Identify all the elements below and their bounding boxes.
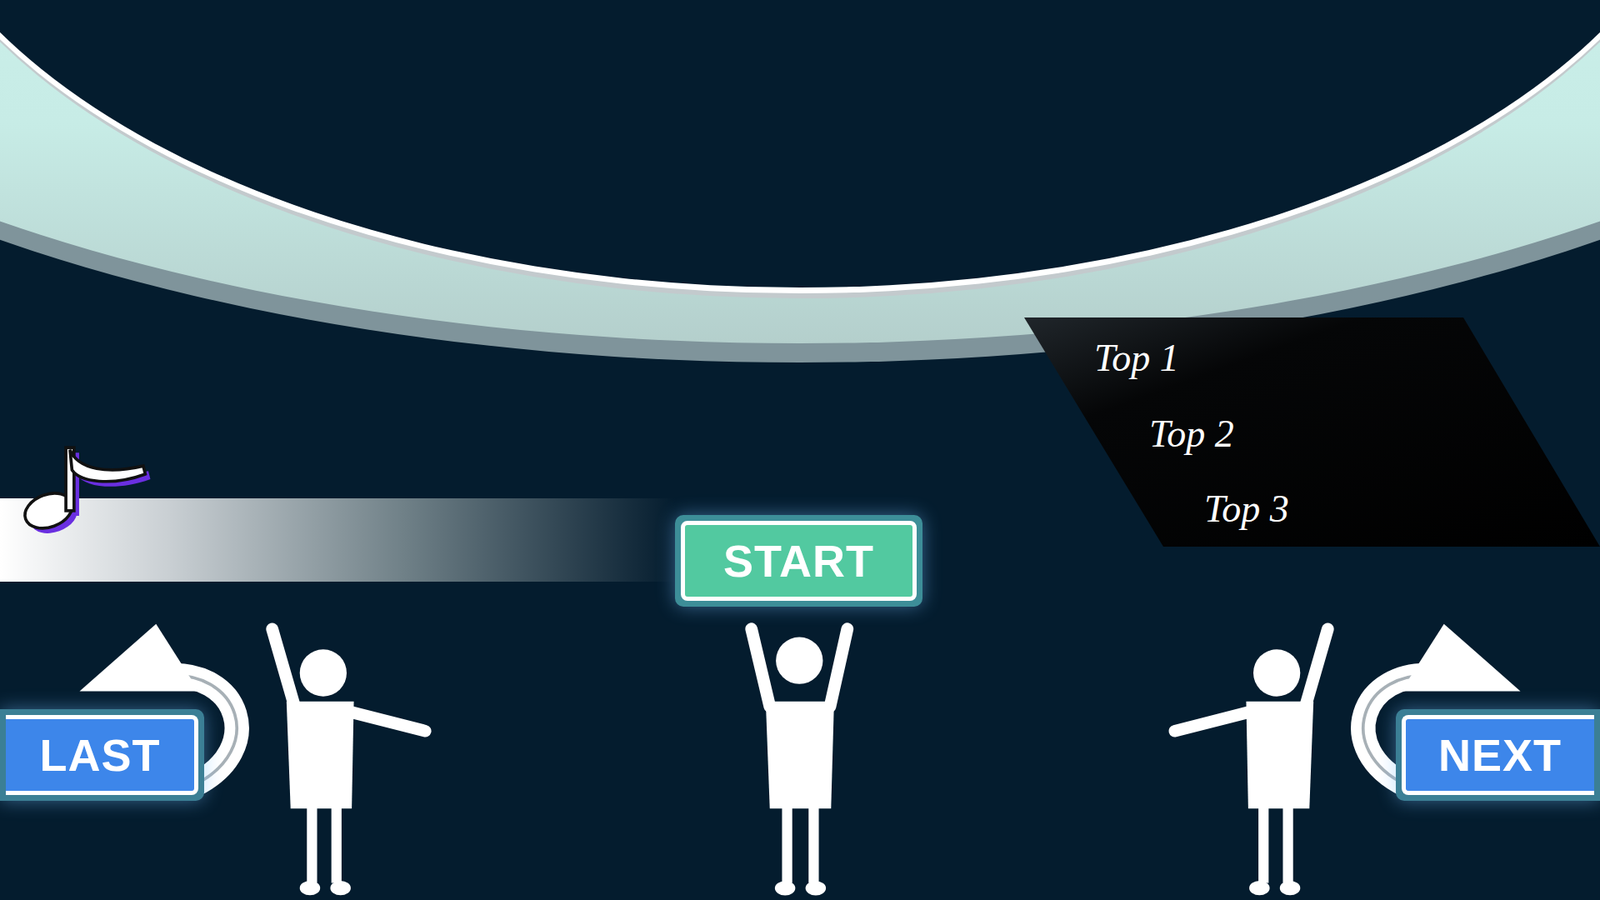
song-select-screen: Top 1 Top 2 Top 3 START LAST NEXT bbox=[0, 0, 1600, 900]
next-group: NEXT bbox=[1166, 616, 1600, 900]
last-nav: LAST bbox=[0, 616, 250, 817]
next-nav: NEXT bbox=[1350, 616, 1600, 817]
leaderboard-entry[interactable]: Top 1 bbox=[1094, 337, 1600, 380]
last-group: LAST bbox=[0, 616, 434, 900]
last-button-label: LAST bbox=[40, 732, 161, 778]
last-button[interactable]: LAST bbox=[0, 709, 205, 801]
leaderboard-entry[interactable]: Top 3 bbox=[1204, 488, 1600, 531]
pointing-figure-icon bbox=[1166, 616, 1340, 900]
cheering-figure-icon bbox=[739, 616, 862, 900]
start-button-label: START bbox=[723, 538, 875, 584]
next-button-face: NEXT bbox=[1401, 715, 1595, 795]
next-button-label: NEXT bbox=[1438, 732, 1562, 778]
start-button[interactable]: START bbox=[675, 515, 923, 607]
pointing-figure-icon bbox=[260, 616, 434, 900]
music-note-icon bbox=[15, 439, 158, 547]
leaderboard-panel: Top 1 Top 2 Top 3 bbox=[1024, 317, 1600, 547]
leaderboard-entry[interactable]: Top 2 bbox=[1149, 413, 1600, 456]
last-button-face: LAST bbox=[5, 715, 199, 795]
start-button-face: START bbox=[680, 520, 917, 601]
control-row: LAST NEXT bbox=[0, 616, 1600, 900]
song-bar[interactable] bbox=[0, 498, 675, 582]
next-button[interactable]: NEXT bbox=[1395, 709, 1600, 801]
